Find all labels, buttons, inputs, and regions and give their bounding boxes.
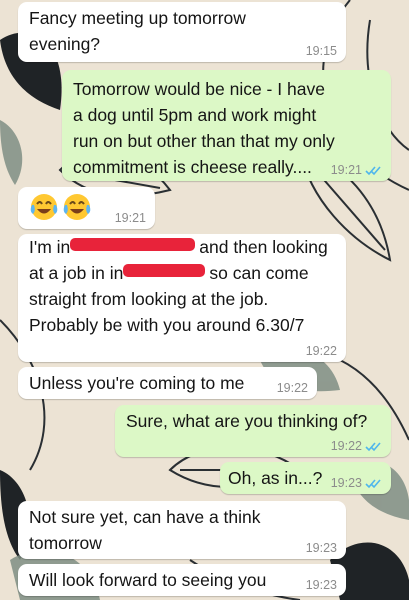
incoming-message[interactable]: Will look forward to seeing you 19:23	[18, 564, 346, 596]
message-meta: 19:23	[331, 476, 382, 490]
redaction-mark	[70, 238, 196, 251]
message-meta: 19:22	[306, 344, 337, 358]
incoming-message[interactable]: I'm in and then looking at a job in in so …	[18, 234, 346, 362]
face-with-tears-of-joy-icon	[63, 194, 91, 220]
message-meta: 19:21	[115, 211, 146, 225]
outgoing-message[interactable]: Sure, what are you thinking of? 19:22	[115, 405, 391, 457]
message-time: 19:22	[276, 381, 308, 395]
outgoing-message[interactable]: Tomorrow would be nice - I have a dog un…	[62, 70, 391, 181]
message-time: 19:23	[305, 541, 337, 555]
message-time: 19:22	[330, 439, 362, 453]
face-with-tears-of-joy-icon	[30, 194, 58, 220]
incoming-message[interactable]: 19:21	[18, 187, 155, 229]
message-text: Will look forward to seeing you	[29, 570, 267, 590]
redaction-mark	[123, 264, 206, 277]
text-segment: at a job in in	[29, 263, 124, 283]
outgoing-message[interactable]: Oh, as in...? 19:23	[220, 462, 391, 494]
incoming-message[interactable]: Fancy meeting up tomorrow evening? 19:15	[18, 2, 346, 62]
message-time: 19:21	[330, 163, 362, 177]
message-time: 19:21	[114, 211, 146, 225]
double-check-read-icon	[365, 165, 381, 175]
message-meta: 19:21	[331, 163, 382, 177]
message-meta: 19:22	[331, 439, 382, 453]
message-meta: 19:23	[306, 578, 337, 592]
message-text: Sure, what are you thinking of?	[126, 411, 368, 431]
incoming-message[interactable]: Unless you're coming to me 19:22	[18, 367, 317, 399]
message-text: Unless you're coming to me	[29, 373, 245, 393]
message-time: 19:23	[330, 476, 362, 490]
message-meta: 19:15	[306, 44, 337, 58]
double-check-read-icon	[365, 478, 381, 488]
text-segment: straight from looking at the job. Probab…	[29, 289, 305, 335]
message-text: Fancy meeting up tomorrow evening?	[29, 8, 246, 54]
message-time: 19:23	[305, 578, 337, 592]
message-text: Not sure yet, can have a think tomorrow	[29, 507, 261, 553]
message-meta: 19:22	[277, 381, 308, 395]
message-time: 19:15	[305, 44, 337, 58]
text-segment: so can come	[209, 263, 309, 283]
incoming-message[interactable]: Not sure yet, can have a think tomorrow …	[18, 501, 346, 559]
text-segment: I'm in	[29, 237, 71, 257]
message-text: I'm in and then looking at a job in in so …	[29, 234, 336, 338]
message-meta: 19:23	[306, 541, 337, 555]
message-time: 19:22	[305, 344, 337, 358]
double-check-read-icon	[365, 441, 381, 451]
text-segment: and then looking	[199, 237, 328, 257]
